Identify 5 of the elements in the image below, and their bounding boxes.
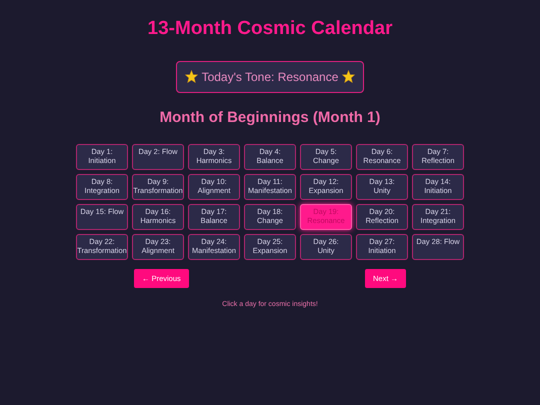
page-title: 13-Month Cosmic Calendar — [146, 18, 394, 41]
tone-text: Today's Tone: Resonance — [202, 68, 338, 86]
month-title: Month of Beginnings (Month 1) — [158, 108, 382, 127]
star-icon — [184, 70, 198, 84]
star-icon — [342, 70, 356, 84]
